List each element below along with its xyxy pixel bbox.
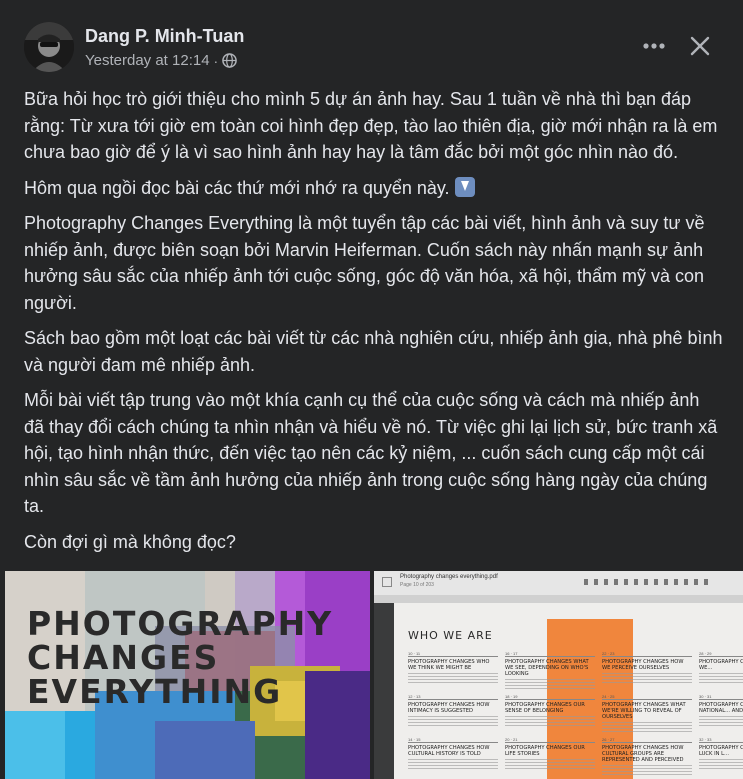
pdf-toc-title: PHOTOGRAPHY CHANGES OUR LUCK IN L...	[699, 745, 743, 757]
pdf-body-lines	[699, 673, 743, 683]
paragraph: Hôm qua ngồi đọc bài các thứ mới nhớ ra …	[24, 175, 724, 202]
pdf-viewer-photo[interactable]: Photography changes everything.pdf Page …	[374, 571, 743, 779]
post-body: Bữa hỏi học trò giới thiệu cho mình 5 dự…	[24, 86, 724, 564]
pdf-toc-entry: 14 · 15 PHOTOGRAPHY CHANGES HOW CULTURAL …	[408, 737, 498, 769]
pdf-toc-number: 10 · 11	[408, 651, 498, 657]
pdf-toc-entry: 32 · 33 PHOTOGRAPHY CHANGES OUR LUCK IN L…	[699, 737, 743, 769]
pdf-toc-entry: 22 · 23 PHOTOGRAPHY CHANGES HOW WE PERCEI…	[602, 651, 692, 683]
author-avatar[interactable]	[24, 22, 74, 72]
pdf-file-name: Photography changes everything.pdf	[400, 574, 498, 580]
pdf-toc-entry: 12 · 13 PHOTOGRAPHY CHANGES HOW INTIMACY …	[408, 694, 498, 726]
pdf-toc-number: 22 · 23	[602, 651, 692, 657]
pdf-toc-number: 26 · 27	[602, 737, 692, 743]
pdf-toc-number: 28 · 29	[699, 651, 743, 657]
pdf-toc-number: 16 · 17	[505, 651, 595, 657]
cover-title-line: EVERYTHING	[27, 672, 283, 711]
pdf-toc-entry: 26 · 27 PHOTOGRAPHY CHANGES HOW CULTURAL …	[602, 737, 692, 775]
cover-title-line: PHOTOGRAPHY	[27, 604, 334, 643]
pdf-tab-strip	[374, 595, 743, 603]
pdf-body-lines	[408, 673, 498, 683]
pdf-toc-number: 20 · 21	[505, 737, 595, 743]
pdf-toc-number: 24 · 25	[602, 694, 692, 700]
post-meta: Yesterday at 12:14 ·	[85, 52, 238, 69]
pdf-toc-entry: 16 · 17 PHOTOGRAPHY CHANGES WHAT WE SEE, …	[505, 651, 595, 689]
pdf-body-lines	[602, 673, 692, 683]
pdf-toolbar: Photography changes everything.pdf Page …	[374, 571, 743, 595]
pdf-body-lines	[602, 765, 692, 775]
pdf-body-lines	[505, 759, 595, 769]
pdf-toc-title: PHOTOGRAPHY CHANGES WHAT WE SEE, DEPENDI…	[505, 659, 589, 677]
down-arrow-emoji-icon	[454, 176, 475, 197]
close-button[interactable]	[682, 28, 718, 64]
author-name[interactable]: Dang P. Minh-Tuan	[85, 26, 244, 47]
pdf-toc-number: 30 · 31	[699, 694, 743, 700]
sidebar-icon	[382, 577, 392, 587]
pdf-body-lines	[699, 759, 743, 769]
pdf-toc-number: 32 · 33	[699, 737, 743, 743]
pdf-toc-entry: 28 · 29 PHOTOGRAPHY CHANGES HOW WE...	[699, 651, 743, 683]
pdf-toc-entry: 20 · 21 PHOTOGRAPHY CHANGES OUR LIFE STOR…	[505, 737, 595, 769]
pdf-body-lines	[699, 716, 743, 726]
more-icon	[643, 43, 665, 49]
pdf-toc-title: PHOTOGRAPHY CHANGES HOW CULTURAL HISTORY…	[408, 745, 490, 757]
meta-separator: ·	[213, 52, 219, 69]
pdf-toc-title: PHOTOGRAPHY CHANGES HOW WE PERCEIVE OURS…	[602, 659, 684, 671]
pdf-body-lines	[505, 679, 595, 689]
pdf-toc-entry: 24 · 25 PHOTOGRAPHY CHANGES WHAT WE'RE WI…	[602, 694, 692, 732]
toolbar-icons	[584, 579, 714, 585]
pdf-toc-title: PHOTOGRAPHY CHANGES OUR SENSE OF BELONGI…	[505, 702, 585, 714]
pdf-toc-title: PHOTOGRAPHY CHANGES HOW NATIONAL... AND …	[699, 702, 743, 714]
close-icon	[690, 36, 710, 56]
pdf-body-lines	[408, 716, 498, 726]
pdf-heading: WHO WE ARE	[408, 629, 493, 642]
pdf-toc-number: 12 · 13	[408, 694, 498, 700]
pdf-body-lines	[602, 722, 692, 732]
book-cover-photo[interactable]: PHOTOGRAPHY CHANGES EVERYTHING	[5, 571, 370, 779]
pdf-toc-entry: 10 · 11 PHOTOGRAPHY CHANGES WHO WE THINK …	[408, 651, 498, 683]
pdf-toc-title: PHOTOGRAPHY CHANGES HOW CULTURAL GROUPS …	[602, 745, 684, 763]
post-header: Dang P. Minh-Tuan Yesterday at 12:14 ·	[0, 0, 743, 80]
pdf-page: WHO WE ARE 10 · 11 PHOTOGRAPHY CHANGES WH…	[394, 603, 743, 779]
paragraph: Mỗi bài viết tập trung vào một khía cạnh…	[24, 390, 718, 516]
paragraph: Bữa hỏi học trò giới thiệu cho mình 5 dự…	[24, 89, 718, 162]
cover-title-line: CHANGES	[27, 638, 220, 677]
pdf-toc-number: 18 · 19	[505, 694, 595, 700]
paragraph: Sách bao gồm một loạt các bài viết từ cá…	[24, 328, 723, 375]
pdf-toc-title: PHOTOGRAPHY CHANGES HOW WE...	[699, 659, 743, 671]
more-options-button[interactable]	[636, 28, 672, 64]
pdf-toc-title: PHOTOGRAPHY CHANGES WHAT WE'RE WILLING T…	[602, 702, 686, 720]
pdf-toc-entry: 18 · 19 PHOTOGRAPHY CHANGES OUR SENSE OF …	[505, 694, 595, 726]
pdf-body-lines	[408, 759, 498, 769]
pdf-toc-title: PHOTOGRAPHY CHANGES WHO WE THINK WE MIGH…	[408, 659, 490, 671]
pdf-page-info: Page 10 of 203	[400, 582, 434, 588]
pdf-toc-title: PHOTOGRAPHY CHANGES HOW INTIMACY IS SUGG…	[408, 702, 490, 714]
paragraph: Photography Changes Everything là một tu…	[24, 213, 705, 313]
pdf-toc-number: 14 · 15	[408, 737, 498, 743]
pdf-body-lines	[505, 716, 595, 726]
paragraph: Còn đợi gì mà không đọc?	[24, 531, 236, 552]
timestamp[interactable]: Yesterday at 12:14	[85, 52, 210, 69]
pdf-toc-entry: 30 · 31 PHOTOGRAPHY CHANGES HOW NATIONAL.…	[699, 694, 743, 726]
pdf-toc-title: PHOTOGRAPHY CHANGES OUR LIFE STORIES	[505, 745, 585, 757]
globe-icon[interactable]	[222, 53, 238, 68]
